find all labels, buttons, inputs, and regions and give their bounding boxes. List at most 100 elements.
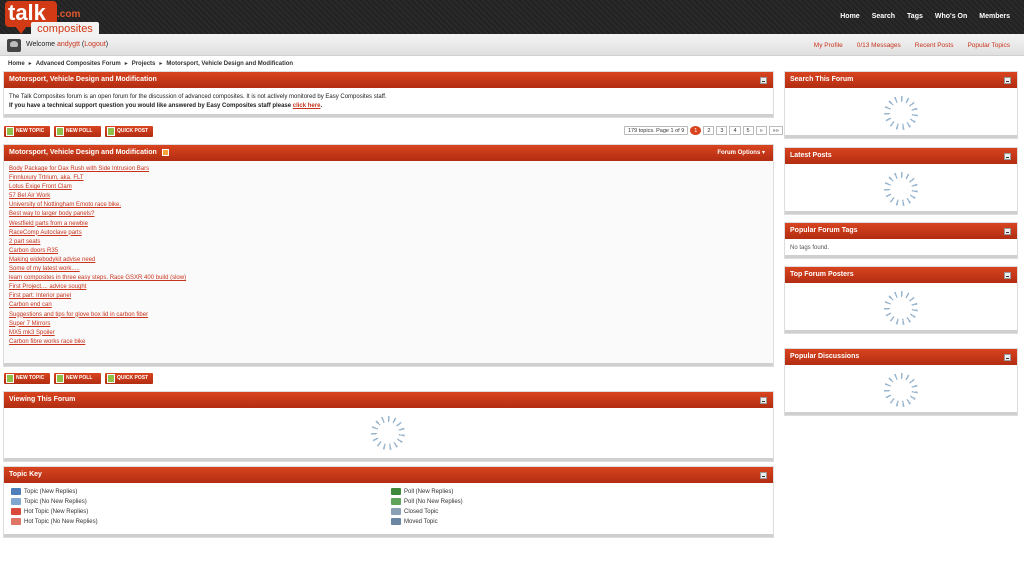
minimize-icon[interactable] xyxy=(760,472,767,479)
new-topic-button-bottom[interactable]: NEW TOPIC xyxy=(4,373,50,384)
pagination: 179 topics. Page 1 of 9 1 2 3 4 5 » »» xyxy=(624,126,783,135)
new-topic-button[interactable]: NEW TOPIC xyxy=(4,126,50,137)
topic-link[interactable]: MX5 mk3 Spoiler xyxy=(9,329,768,338)
avatar[interactable] xyxy=(7,39,21,52)
breadcrumb-arrow-icon: ▸ xyxy=(159,61,163,67)
topic-link[interactable]: Some of my latest work..... xyxy=(9,265,768,274)
messages-link[interactable]: 0/13 Messages xyxy=(857,42,901,49)
key-poll-no-new: Poll (No New Replies) xyxy=(391,498,463,505)
nav-members[interactable]: Members xyxy=(979,13,1010,20)
latest-posts-panel: Latest Posts xyxy=(784,147,1018,215)
popular-topics-link[interactable]: Popular Topics xyxy=(967,42,1010,49)
hot-topic-new-icon xyxy=(11,508,21,515)
minimize-icon[interactable] xyxy=(760,77,767,84)
key-label: Topic (New Replies) xyxy=(24,489,78,496)
topic-link[interactable]: Super 7 Mirrors xyxy=(9,320,768,329)
page-3[interactable]: 3 xyxy=(716,126,728,135)
topic-link[interactable]: First Project.... advice sought xyxy=(9,283,768,292)
support-question-period: . xyxy=(320,103,323,109)
topic-link[interactable]: Carbon end can xyxy=(9,301,768,310)
page-2[interactable]: 2 xyxy=(703,126,715,135)
search-forum-header: Search This Forum xyxy=(785,72,1017,88)
topic-link[interactable]: Carbon fibre works race bike xyxy=(9,338,768,347)
topic-link[interactable]: 2 part seats xyxy=(9,238,768,247)
loading-spinner-icon xyxy=(884,172,918,206)
minimize-icon[interactable] xyxy=(760,397,767,404)
topic-link[interactable]: Finnluxury Trtrium, aka. FLT xyxy=(9,174,768,183)
new-poll-label: NEW POLL xyxy=(66,128,93,134)
topic-link[interactable]: Suggestions and tips for glove box lid i… xyxy=(9,311,768,320)
new-poll-label: NEW POLL xyxy=(66,375,93,381)
minimize-icon[interactable] xyxy=(1004,354,1011,361)
breadcrumb: Home ▸ Advanced Composites Forum ▸ Projects ▸… xyxy=(8,60,293,67)
top-nav: Home Search Tags Who's On Members xyxy=(840,13,1010,20)
page-4[interactable]: 4 xyxy=(729,126,741,135)
page-last[interactable]: »» xyxy=(768,126,783,135)
forum-info-title: Motorsport, Vehicle Design and Modificat… xyxy=(9,76,157,83)
topic-new-icon xyxy=(11,488,21,495)
poll-new-icon xyxy=(391,488,401,495)
quick-post-label: QUICK POST xyxy=(117,375,149,381)
key-closed: Closed Topic xyxy=(391,508,438,515)
minimize-icon[interactable] xyxy=(1004,77,1011,84)
key-hot-new: Hot Topic (New Replies) xyxy=(11,508,88,515)
topic-link[interactable]: Carbon doors R35 xyxy=(9,247,768,256)
logo-com: .com xyxy=(57,9,81,20)
quick-post-button-bottom[interactable]: QUICK POST xyxy=(105,373,153,384)
new-poll-icon xyxy=(56,374,64,383)
quick-post-icon xyxy=(107,127,115,136)
click-here-link[interactable]: click here xyxy=(293,103,321,109)
new-poll-button[interactable]: NEW POLL xyxy=(54,126,101,137)
new-poll-icon xyxy=(56,127,64,136)
quick-post-label: QUICK POST xyxy=(117,128,149,134)
user-bar: Welcome andygtt (Logout) My Profile 0/13… xyxy=(0,34,1024,56)
forum-info-panel: Motorsport, Vehicle Design and Modificat… xyxy=(3,71,774,118)
minimize-icon[interactable] xyxy=(1004,153,1011,160)
breadcrumb-projects[interactable]: Projects xyxy=(132,61,156,67)
breadcrumb-arrow-icon: ▸ xyxy=(124,61,128,67)
username-link[interactable]: andygtt xyxy=(57,41,80,48)
topic-link[interactable]: University of Nottingham Emoto race bike… xyxy=(9,201,768,210)
topic-link[interactable]: Best way to larger body panels? xyxy=(9,210,768,219)
loading-spinner-icon xyxy=(371,416,405,450)
logo-speech-tail xyxy=(15,26,27,34)
topic-link[interactable]: Making widebodykit advise need xyxy=(9,256,768,265)
quick-post-button[interactable]: QUICK POST xyxy=(105,126,153,137)
page-1[interactable]: 1 xyxy=(690,126,702,135)
top-posters-title: Top Forum Posters xyxy=(790,271,854,278)
nav-tags[interactable]: Tags xyxy=(907,13,923,20)
topic-link[interactable]: RaceComp Autoclave parts xyxy=(9,229,768,238)
minimize-icon[interactable] xyxy=(1004,272,1011,279)
rss-icon[interactable] xyxy=(161,148,169,156)
forum-options-menu[interactable]: Forum Options ▾ xyxy=(717,145,765,161)
nav-home[interactable]: Home xyxy=(840,13,859,20)
topic-key-panel: Topic Key Topic (New Replies) Topic (No … xyxy=(3,466,774,538)
breadcrumb-home[interactable]: Home xyxy=(8,61,25,67)
new-topic-label: NEW TOPIC xyxy=(16,375,45,381)
popular-discussions-header: Popular Discussions xyxy=(785,349,1017,365)
breadcrumb-forum[interactable]: Advanced Composites Forum xyxy=(36,61,121,67)
minimize-icon[interactable] xyxy=(1004,228,1011,235)
nav-search[interactable]: Search xyxy=(872,13,895,20)
topic-link[interactable]: Lotus Exige Front Clam xyxy=(9,183,768,192)
topic-link[interactable]: Body Package for Dax Rush with Side Intr… xyxy=(9,165,768,174)
my-profile-link[interactable]: My Profile xyxy=(814,42,843,49)
welcome-label: Welcome xyxy=(26,41,56,48)
popular-tags-header: Popular Forum Tags xyxy=(785,223,1017,239)
key-poll-new: Poll (New Replies) xyxy=(391,488,453,495)
logout-link[interactable]: Logout xyxy=(84,41,105,48)
topic-link[interactable]: Westfield parts from a newbie xyxy=(9,220,768,229)
topic-link[interactable]: First part: Interior panel xyxy=(9,292,768,301)
new-poll-button-bottom[interactable]: NEW POLL xyxy=(54,373,101,384)
page-next[interactable]: » xyxy=(755,126,767,135)
topic-link[interactable]: learn composites in three easy steps. Ra… xyxy=(9,274,768,283)
panel-footer xyxy=(785,330,1017,333)
page-5[interactable]: 5 xyxy=(742,126,754,135)
nav-whos-on[interactable]: Who's On xyxy=(935,13,967,20)
topic-link[interactable]: 57 Bel Air Work xyxy=(9,192,768,201)
panel-footer xyxy=(785,211,1017,214)
loading-spinner-icon xyxy=(884,291,918,325)
forum-info-line2: If you have a technical support question… xyxy=(9,102,768,111)
topic-list-title: Motorsport, Vehicle Design and Modificat… xyxy=(9,149,157,156)
recent-posts-link[interactable]: Recent Posts xyxy=(915,42,954,49)
